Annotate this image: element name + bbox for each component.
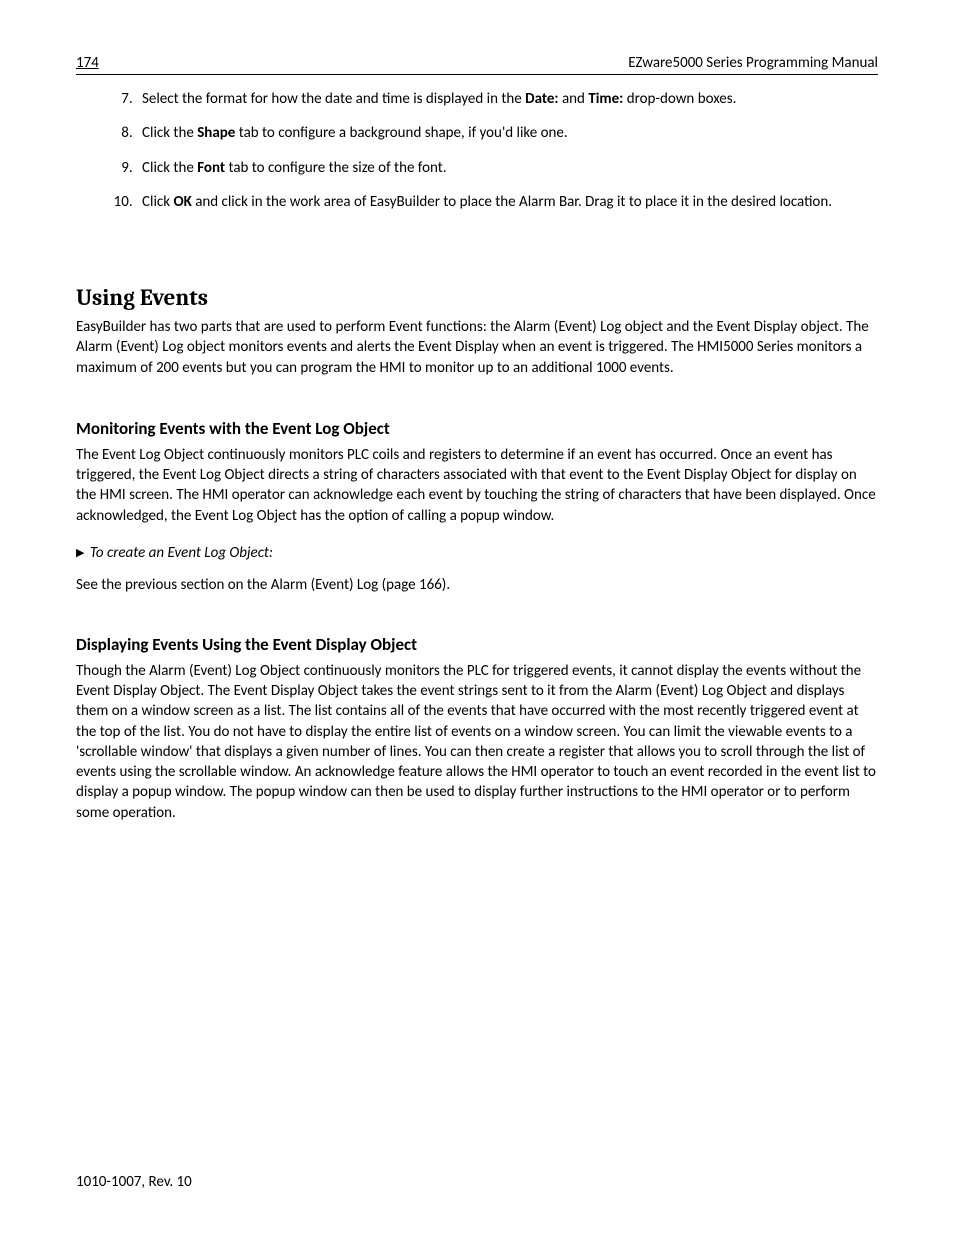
subsection-body: Though the Alarm (Event) Log Object cont… (76, 661, 878, 823)
step-bold: Time: (588, 90, 623, 108)
step-text: tab to configure a background shape, if … (235, 124, 567, 142)
step-text: Click the (142, 159, 197, 177)
step-text: and click in the work area of EasyBuilde… (192, 193, 832, 211)
section-heading-using-events: Using Events (76, 284, 878, 311)
step-bold: Shape (197, 124, 235, 142)
triangle-icon: ▶ (76, 546, 84, 559)
subsection-heading-displaying: Displaying Events Using the Event Displa… (76, 634, 878, 655)
task-note: See the previous section on the Alarm (E… (76, 576, 878, 594)
step-bold: Date: (525, 90, 558, 108)
step-bold: Font (197, 159, 225, 177)
list-item: Click the Shape tab to configure a backg… (136, 123, 878, 143)
step-text: tab to configure the size of the font. (225, 159, 446, 177)
list-item: Click OK and click in the work area of E… (136, 192, 878, 212)
page-number: 174 (76, 54, 99, 72)
step-text: and (559, 90, 589, 108)
step-text: Click (142, 193, 173, 211)
section-intro: EasyBuilder has two parts that are used … (76, 317, 878, 378)
page-header: 174 EZware5000 Series Programming Manual (76, 54, 878, 75)
manual-title: EZware5000 Series Programming Manual (628, 54, 878, 72)
step-text: Click the (142, 124, 197, 142)
document-page: 174 EZware5000 Series Programming Manual… (0, 0, 954, 1235)
subsection-heading-monitoring: Monitoring Events with the Event Log Obj… (76, 418, 878, 439)
subsection-body: The Event Log Object continuously monito… (76, 445, 878, 526)
step-bold: OK (173, 193, 191, 211)
footer-revision: 1010-1007, Rev. 10 (76, 1173, 192, 1191)
step-text: Select the format for how the date and t… (142, 90, 525, 108)
list-item: Select the format for how the date and t… (136, 89, 878, 109)
step-text: drop-down boxes. (623, 90, 736, 108)
task-line: ▶ To create an Event Log Object: (76, 544, 878, 562)
numbered-steps: Select the format for how the date and t… (76, 89, 878, 212)
task-text: To create an Event Log Object: (90, 544, 273, 562)
list-item: Click the Font tab to configure the size… (136, 158, 878, 178)
